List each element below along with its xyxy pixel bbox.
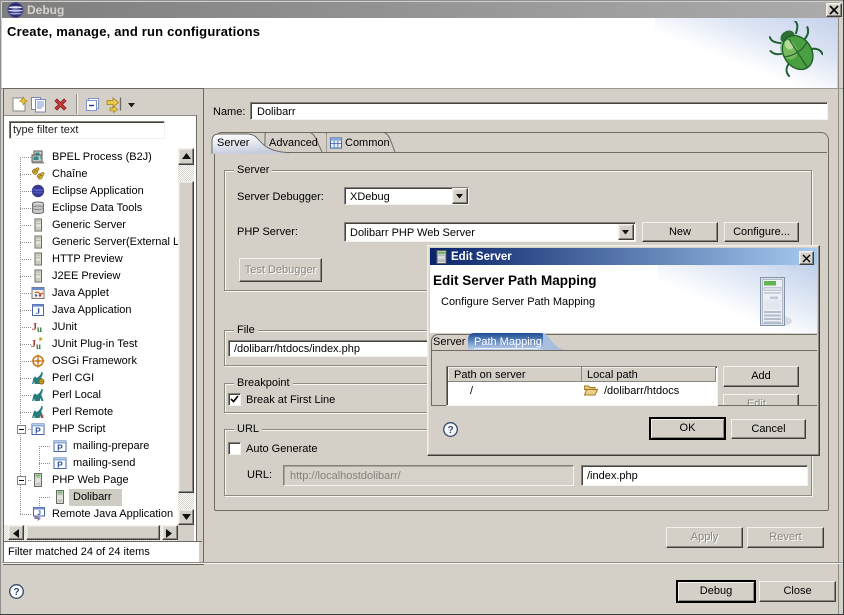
svg-text:?: ? (13, 587, 19, 598)
svg-text:?: ? (447, 425, 453, 436)
